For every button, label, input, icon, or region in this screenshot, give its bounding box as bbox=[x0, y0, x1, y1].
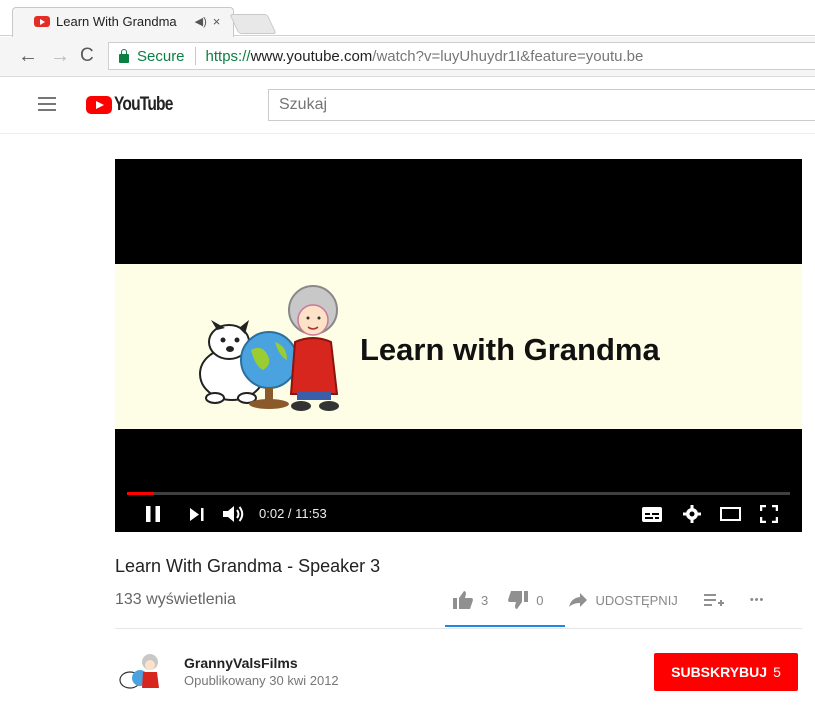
time-display: 0:02 / 11:53 bbox=[259, 506, 327, 521]
menu-icon[interactable] bbox=[38, 97, 56, 111]
section-divider bbox=[115, 628, 802, 629]
grandma-globe-illustration bbox=[199, 285, 339, 411]
tab-close-icon[interactable]: × bbox=[213, 14, 221, 29]
youtube-masthead: YouTube bbox=[0, 78, 815, 134]
share-arrow-icon bbox=[569, 593, 588, 607]
video-title: Learn With Grandma - Speaker 3 bbox=[115, 556, 381, 576]
speaker-icon[interactable]: ◀) bbox=[195, 15, 207, 28]
browser-tabstrip: Learn With Grandma ◀) × bbox=[0, 0, 815, 37]
address-bar[interactable]: Secure https://www.youtube.com/watch?v=l… bbox=[108, 42, 815, 70]
share-button[interactable]: UDOSTĘPNIJ bbox=[569, 592, 678, 608]
video-frame: Learn with Grandma bbox=[115, 264, 802, 429]
subscribe-button[interactable]: SUBSKRYBUJ 5 bbox=[654, 653, 798, 691]
back-arrow-icon[interactable]: ← bbox=[18, 45, 38, 68]
volume-icon[interactable] bbox=[223, 505, 245, 523]
youtube-favicon-icon bbox=[34, 16, 50, 27]
tab-content: Learn With Grandma ◀) × bbox=[34, 14, 220, 29]
video-banner-title: Learn with Grandma bbox=[360, 332, 660, 367]
sentiment-bar bbox=[445, 625, 565, 627]
subscribe-label: SUBSKRYBUJ bbox=[671, 664, 768, 680]
browser-toolbar: ← → C Secure https://www.youtube.com/wat… bbox=[0, 37, 815, 77]
new-tab-button[interactable] bbox=[229, 14, 277, 34]
theater-mode-icon[interactable] bbox=[720, 507, 741, 521]
url-host: www.youtube.com bbox=[250, 47, 373, 65]
share-label: UDOSTĘPNIJ bbox=[595, 592, 678, 608]
secure-label: Secure bbox=[137, 47, 185, 65]
progress-bar[interactable] bbox=[127, 492, 790, 495]
search-input[interactable] bbox=[268, 89, 815, 121]
video-player[interactable]: Learn with Grandma 0:02 / 11:53 bbox=[115, 159, 802, 532]
channel-name[interactable]: GrannyValsFilms bbox=[184, 655, 298, 671]
settings-gear-icon[interactable] bbox=[683, 505, 701, 523]
like-button[interactable]: 3 bbox=[453, 591, 488, 609]
more-actions-icon[interactable]: ••• bbox=[750, 594, 765, 606]
video-actions: 3 0 UDOSTĘPNIJ ••• bbox=[453, 591, 764, 609]
url-path: /watch?v=luyUhuydr1I&feature=youtu.be bbox=[372, 47, 644, 65]
dislike-button[interactable]: 0 bbox=[508, 591, 543, 609]
subtitles-icon[interactable] bbox=[642, 507, 662, 522]
forward-arrow-icon[interactable]: → bbox=[50, 45, 70, 68]
youtube-play-logo-icon bbox=[86, 96, 112, 114]
fullscreen-icon[interactable] bbox=[760, 505, 778, 523]
omnibox-separator bbox=[194, 47, 196, 65]
reload-icon[interactable]: C bbox=[80, 45, 94, 67]
pause-icon[interactable] bbox=[146, 506, 160, 522]
channel-avatar[interactable] bbox=[118, 652, 162, 692]
lock-icon bbox=[119, 48, 129, 63]
url-scheme: https:// bbox=[205, 47, 251, 65]
like-count: 3 bbox=[481, 592, 489, 608]
progress-fill bbox=[127, 492, 154, 495]
view-count: 133 wyświetlenia bbox=[115, 591, 236, 608]
logo-text: YouTube bbox=[114, 94, 173, 115]
tab-title: Learn With Grandma bbox=[56, 14, 177, 29]
subscriber-count: 5 bbox=[773, 664, 781, 680]
publish-date: Opublikowany 30 kwi 2012 bbox=[184, 673, 339, 688]
thumbs-down-icon bbox=[508, 591, 529, 609]
next-icon[interactable] bbox=[190, 508, 204, 521]
add-to-playlist-icon[interactable] bbox=[703, 593, 724, 607]
player-controls: 0:02 / 11:53 bbox=[115, 499, 802, 529]
dislike-count: 0 bbox=[536, 592, 544, 608]
youtube-logo[interactable]: YouTube bbox=[86, 94, 185, 116]
thumbs-up-icon bbox=[453, 591, 473, 609]
